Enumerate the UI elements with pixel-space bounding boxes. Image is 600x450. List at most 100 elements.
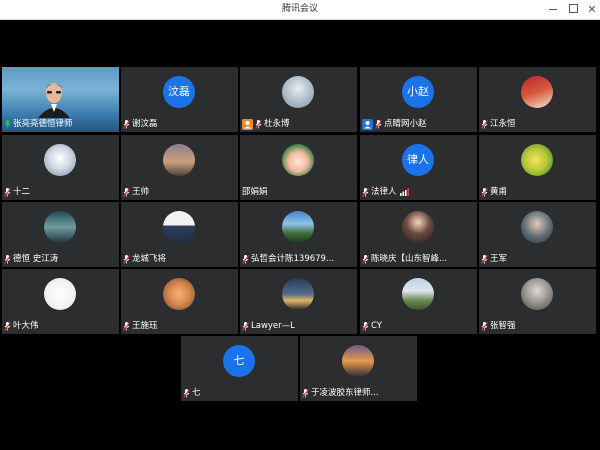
participant-name: 点睛网小赵	[384, 119, 427, 129]
host-badge-icon	[242, 118, 253, 130]
participant-tile[interactable]: 龙城飞将	[121, 202, 238, 267]
mic-muted-icon	[242, 254, 249, 264]
cohost-badge-icon	[362, 118, 373, 130]
participant-label: 王施珏	[123, 320, 158, 332]
participant-label: 谢汶磊	[123, 118, 158, 130]
participant-name: 法律人	[371, 187, 397, 197]
participant-name: 邵娟娟	[242, 187, 268, 197]
participant-label: 邵娟娟	[242, 186, 268, 198]
participant-tile[interactable]: 张亮亮德恒律师	[2, 67, 119, 132]
participant-label: 陈晓庆【山东智峰...	[362, 253, 447, 265]
minimize-icon	[549, 8, 557, 10]
mic-muted-icon	[123, 321, 130, 331]
participant-label: 张亮亮德恒律师	[4, 118, 73, 130]
participant-name: Lawyer—L	[251, 321, 295, 331]
participant-label: 张智强	[481, 320, 516, 332]
participant-tile[interactable]: 汶磊谢汶磊	[121, 67, 238, 132]
mic-muted-icon	[362, 187, 369, 197]
avatar	[402, 211, 434, 243]
participant-name: 德恒 史江涛	[13, 254, 59, 264]
maximize-icon	[568, 3, 578, 13]
participant-tile[interactable]: 杜永博	[240, 67, 357, 132]
participant-tile[interactable]: 小赵 点睛网小赵	[360, 67, 477, 132]
participant-name: 陈晓庆【山东智峰...	[371, 254, 448, 264]
mic-muted-icon	[4, 254, 11, 264]
mic-muted-icon	[242, 321, 249, 331]
participant-name: 叶大伟	[13, 321, 39, 331]
avatar	[163, 211, 195, 243]
participant-tile[interactable]: 德恒 史江涛	[2, 202, 119, 267]
avatar: 律人	[402, 144, 434, 176]
avatar	[282, 211, 314, 243]
participant-label: 法律人	[362, 186, 409, 198]
participant-label: 王帅	[123, 186, 149, 198]
avatar: 汶磊	[163, 76, 195, 108]
signal-strength-icon	[399, 188, 409, 196]
participant-tile[interactable]: 王施珏	[121, 269, 238, 334]
title-bar: 腾讯会议 ✕	[0, 0, 600, 20]
avatar	[282, 278, 314, 310]
close-button[interactable]: ✕	[581, 0, 600, 19]
avatar	[163, 144, 195, 176]
minimize-button[interactable]	[542, 0, 564, 19]
avatar	[402, 278, 434, 310]
participant-tile[interactable]: 弘哲会计陈139679...	[240, 202, 357, 267]
participant-name: 王帅	[132, 187, 150, 197]
participant-label: 龙城飞将	[123, 253, 166, 265]
participant-tile[interactable]: CY	[360, 269, 477, 334]
mic-muted-icon	[123, 119, 130, 129]
participant-label: 叶大伟	[4, 320, 39, 332]
participant-label: 弘哲会计陈139679...	[242, 253, 334, 265]
participant-tile[interactable]: 七七	[181, 336, 298, 401]
participant-name: 龙城飞将	[132, 254, 167, 264]
participant-label: 于凌波胶东律师...	[302, 387, 379, 399]
participant-tile[interactable]: 江永恒	[479, 67, 596, 132]
participant-label: Lawyer—L	[242, 320, 295, 332]
participant-tile[interactable]: 于凌波胶东律师...	[300, 336, 417, 401]
participant-tile[interactable]: 陈晓庆【山东智峰...	[360, 202, 477, 267]
mic-muted-icon	[4, 321, 11, 331]
avatar	[521, 76, 553, 108]
participant-name: 弘哲会计陈139679...	[251, 254, 335, 264]
avatar	[521, 278, 553, 310]
participant-label: 十二	[4, 186, 30, 198]
mic-muted-icon	[375, 119, 382, 129]
participant-label: 德恒 史江涛	[4, 253, 58, 265]
participant-name: 黄甫	[490, 187, 508, 197]
participant-tile[interactable]: 张智强	[479, 269, 596, 334]
participant-name: 王施珏	[132, 321, 158, 331]
participant-tile[interactable]: 叶大伟	[2, 269, 119, 334]
avatar	[521, 211, 553, 243]
participant-name: 江永恒	[490, 119, 516, 129]
participant-tile[interactable]: Lawyer—L	[240, 269, 357, 334]
mic-muted-icon	[481, 187, 488, 197]
mic-muted-icon	[123, 187, 130, 197]
mic-on-icon	[4, 119, 11, 128]
participant-grid: 张亮亮德恒律师 汶磊 谢汶磊 杜永博 小赵 点睛网小赵 江永恒 十二 王帅 邵娟娟 律人 法律人 黄甫德…	[0, 0, 600, 450]
participant-tile[interactable]: 律人法律人	[360, 135, 477, 200]
participant-label: 七	[183, 387, 201, 399]
participant-label: 杜永博	[242, 118, 290, 130]
avatar	[44, 144, 76, 176]
mic-muted-icon	[362, 254, 369, 264]
avatar: 七	[223, 345, 255, 377]
avatar	[282, 144, 314, 176]
avatar	[44, 278, 76, 310]
avatar	[44, 211, 76, 243]
participant-tile[interactable]: 王帅	[121, 135, 238, 200]
participant-name: 杜永博	[264, 119, 290, 129]
participant-tile[interactable]: 十二	[2, 135, 119, 200]
participant-name: 谢汶磊	[132, 119, 158, 129]
avatar	[521, 144, 553, 176]
mic-muted-icon	[481, 119, 488, 129]
participant-label: CY	[362, 320, 382, 332]
participant-name: 十二	[13, 187, 31, 197]
participant-label: 黄甫	[481, 186, 507, 198]
participant-tile[interactable]: 王军	[479, 202, 596, 267]
participant-name: 七	[192, 388, 201, 398]
participant-name: 王军	[490, 254, 508, 264]
avatar	[282, 76, 314, 108]
participant-tile[interactable]: 黄甫	[479, 135, 596, 200]
participant-tile[interactable]: 邵娟娟	[240, 135, 357, 200]
mic-muted-icon	[302, 388, 309, 398]
